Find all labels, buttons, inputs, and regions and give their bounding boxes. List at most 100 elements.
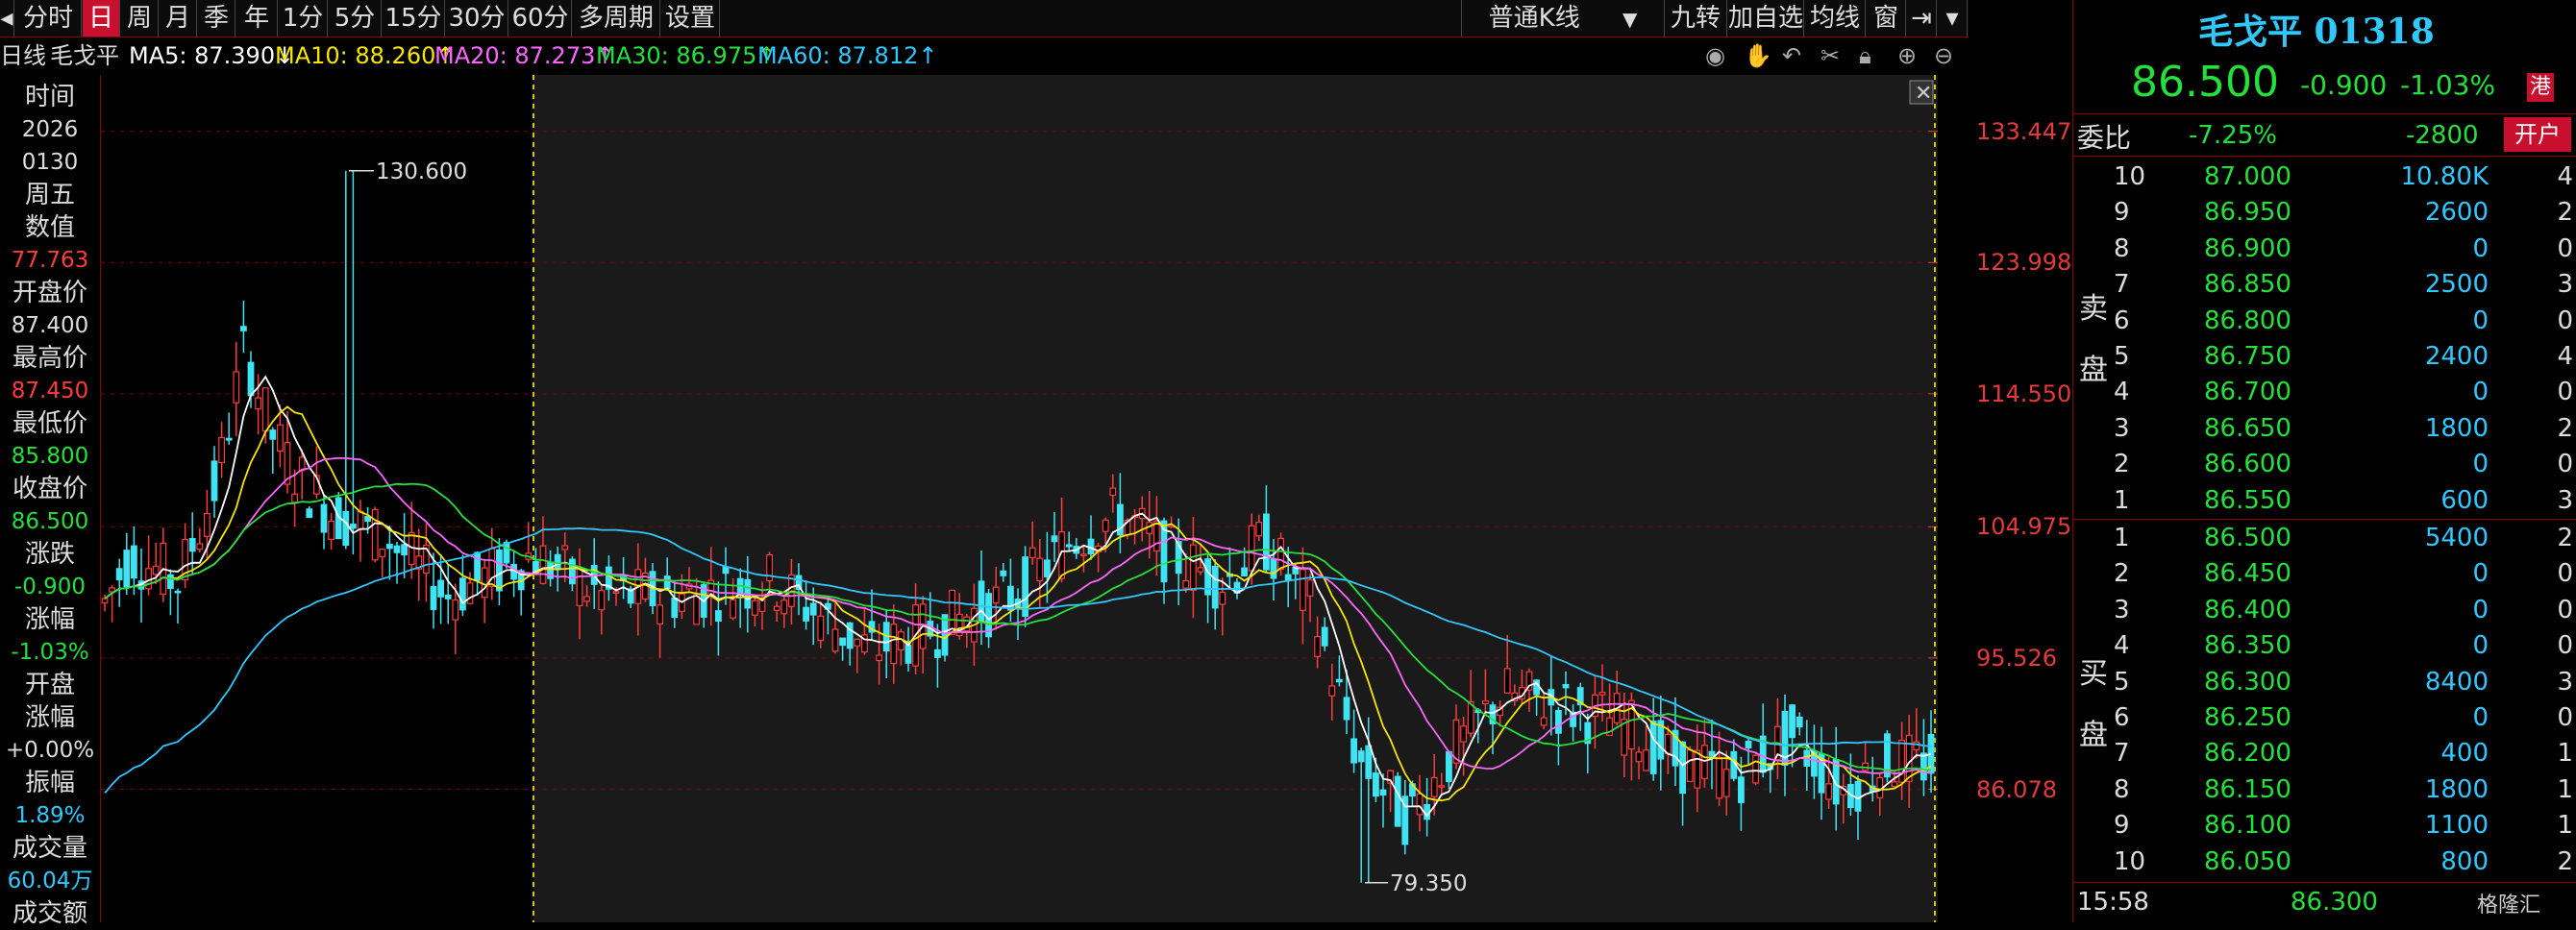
eye-icon[interactable]: ◉ [1705,38,1725,73]
bid-row[interactable]: 1 86.500 5400 2 [2073,521,2576,556]
tab-year[interactable]: 年 [236,0,278,37]
bid-vol: 5400 [2424,524,2489,552]
ask-vol: 2500 [2424,270,2489,300]
candle-body [1219,591,1226,605]
bid-row[interactable]: 9 86.100 1100 1 [2073,808,2576,844]
tab-week[interactable]: 周 [121,0,159,37]
tab-15min[interactable]: 15分 [383,0,445,37]
bid-row[interactable]: 5 86.300 8400 3 [2073,665,2576,700]
tab-5min[interactable]: 5分 [329,0,382,37]
candle-body [1913,741,1920,750]
bid-vol: 1800 [2424,774,2489,804]
ask-row[interactable]: 3 86.650 1800 2 [2073,411,2576,447]
candle-body [218,436,226,464]
kline-type-select[interactable]: 普通K线 ▼ [1461,0,1665,37]
last-price: 86.500 [2131,58,2279,107]
ask-row[interactable]: 9 86.950 2600 2 [2073,195,2576,231]
ask-n: 0 [2557,306,2573,335]
tab-1min[interactable]: 1分 [279,0,328,37]
candle-body [306,508,313,518]
candle-body [1854,780,1862,812]
nine-turn-button[interactable]: 九转 [1665,0,1727,37]
ask-row[interactable]: 8 86.900 0 0 [2073,232,2576,267]
ask-level: 6 [2114,306,2130,335]
tab-quarter[interactable]: 季 [198,0,235,37]
candle-body [1314,636,1322,658]
candle-body [598,590,606,611]
exit-icon[interactable]: ⇥ [1907,0,1937,37]
candle-body [663,575,671,590]
amplitude-label: 振幅 [24,769,75,797]
kline-chart[interactable]: 130.600 79.350 ✕ [101,75,1938,922]
ask-level: 2 [2114,450,2130,479]
candle-body [1065,544,1073,548]
price-change-pct: -1.03% [2400,69,2496,101]
candle-body [188,537,196,552]
ask-vol: 0 [2472,450,2489,479]
bid-row[interactable]: 10 86.050 800 2 [2073,844,2576,880]
candle-body [1379,789,1387,795]
candle-body [1796,716,1803,728]
ask-row[interactable]: 4 86.700 0 0 [2073,375,2576,410]
open-account-button[interactable]: 开户 [2504,117,2571,152]
candle-body [1438,785,1446,788]
candle-body [803,606,809,622]
tab-day[interactable]: 日 [83,0,120,37]
ma5-value: MA5: 87.390↓ [129,42,295,69]
tab-30min[interactable]: 30分 [446,0,508,37]
ask-row[interactable]: 6 86.800 0 0 [2073,304,2576,339]
window-button[interactable]: 窗 [1867,0,1906,37]
candle-body [1825,783,1833,800]
candle-body [693,593,700,625]
bid-row[interactable]: 8 86.150 1800 1 [2073,772,2576,808]
ask-price: 86.600 [2204,450,2291,479]
ask-book: 10 87.000 10.80K 4 9 86.950 2600 2 8 86.900 0 0 7 86.… [2073,159,2576,519]
menu-chevron-down-icon[interactable]: ▾ [1938,0,1968,37]
tab-month[interactable]: 月 [160,0,197,37]
candle-body [1079,553,1087,556]
crosshair-value: 77.763 [11,248,89,273]
ma20-value: MA20: 87.273↑ [434,42,615,69]
bid-row[interactable]: 2 86.450 0 0 [2073,556,2576,592]
candle-body [1365,745,1373,779]
ask-row[interactable]: 10 87.000 10.80K 4 [2073,159,2576,195]
bid-row[interactable]: 6 86.250 0 0 [2073,700,2576,736]
candle-body [342,510,350,547]
tab-settings[interactable]: 设置 [661,0,720,37]
bid-row[interactable]: 4 86.350 0 0 [2073,628,2576,664]
tab-60min[interactable]: 60分 [509,0,572,37]
scissors-icon[interactable]: ✂ [1821,38,1840,73]
bid-price: 86.100 [2204,811,2291,841]
bid-price: 86.500 [2204,524,2291,552]
bid-row[interactable]: 3 86.400 0 0 [2073,593,2576,628]
zoom-out-icon[interactable]: ⊖ [1934,38,1953,73]
ask-row[interactable]: 5 86.750 2400 4 [2073,339,2576,375]
candle-body [1372,772,1379,797]
undo-icon[interactable]: ↶ [1782,38,1801,73]
candle-body [247,361,255,397]
weicha-value: -2800 [2406,121,2479,150]
tab-multi-period[interactable]: 多周期 [573,0,660,37]
bid-vol: 0 [2472,703,2489,732]
candle-body [583,596,590,602]
close-label: 收盘价 [12,475,87,503]
hand-icon[interactable]: ✋ [1744,38,1772,73]
price-tick-label: 114.550 [1976,379,2072,407]
tick-price: 86.300 [2291,888,2378,917]
ask-row[interactable]: 1 86.550 600 3 [2073,483,2576,519]
ask-row[interactable]: 2 86.600 0 0 [2073,447,2576,482]
candle-body [722,566,730,575]
toolbar-left-arrow-icon[interactable]: ◂ [0,0,14,37]
candle-body [817,615,825,642]
ma-settings-button[interactable]: 均线 [1805,0,1866,37]
bid-price: 86.150 [2204,774,2291,804]
candle-body [240,326,247,331]
candle-body [1270,558,1277,579]
bid-row[interactable]: 7 86.200 400 1 [2073,736,2576,771]
tab-minute[interactable]: 分时 [15,0,82,37]
lock-icon[interactable]: 🔒︎ [1859,38,1871,73]
ask-row[interactable]: 7 86.850 2500 3 [2073,267,2576,303]
zoom-in-icon[interactable]: ⊕ [1897,38,1917,73]
add-watchlist-button[interactable]: 加自选 [1728,0,1804,37]
min-price-label: 79.350 [1390,871,1467,896]
